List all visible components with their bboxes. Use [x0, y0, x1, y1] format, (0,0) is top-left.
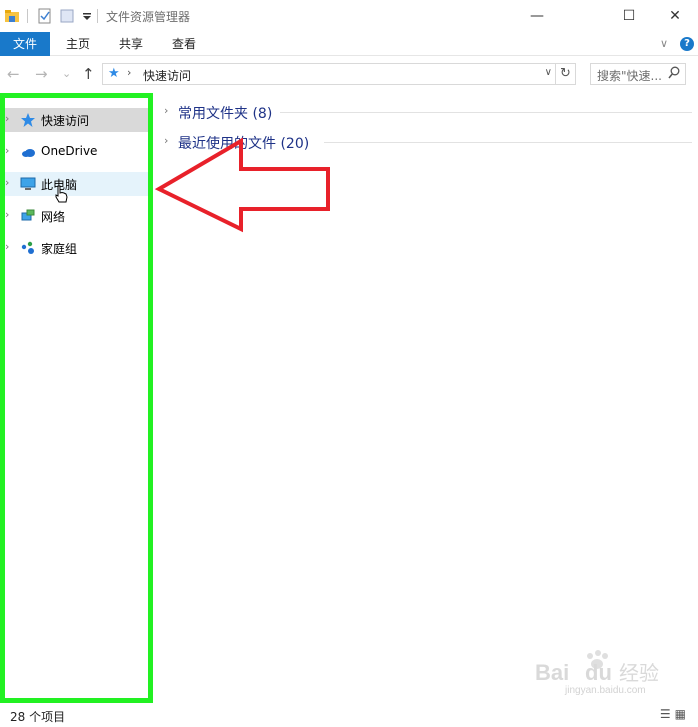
- svg-text:Bai: Bai: [535, 660, 569, 685]
- group-label: 常用文件夹 (8): [178, 106, 273, 122]
- forward-icon[interactable]: →: [35, 65, 48, 83]
- help-icon[interactable]: ?: [680, 37, 694, 51]
- nav-item-homegroup[interactable]: › 家庭组: [0, 236, 148, 260]
- search-placeholder: 搜索"快速...: [597, 69, 662, 83]
- address-field[interactable]: ★ › 快速访问 ∨: [102, 63, 556, 85]
- tab-view[interactable]: 查看: [160, 32, 208, 56]
- group-divider: [324, 142, 692, 143]
- address-path[interactable]: 快速访问: [143, 67, 191, 84]
- item-count: 28 个项目: [10, 710, 66, 724]
- details-view-icon[interactable]: ☰: [660, 707, 675, 721]
- close-icon: ✕: [669, 8, 681, 24]
- homegroup-icon: [21, 241, 34, 254]
- chevron-right-icon[interactable]: ›: [5, 208, 9, 221]
- maximize-icon: ☐: [622, 8, 636, 24]
- tab-share[interactable]: 共享: [107, 32, 155, 56]
- back-icon[interactable]: ←: [7, 65, 20, 83]
- chevron-right-icon[interactable]: ›: [5, 240, 9, 253]
- tab-home[interactable]: 主页: [54, 32, 102, 56]
- recent-locations-icon[interactable]: ⌄: [62, 67, 71, 80]
- group-frequent-folders[interactable]: › 常用文件夹 (8): [162, 101, 692, 123]
- title-bar: 文件资源管理器 — ☐ ✕: [0, 0, 698, 32]
- up-icon[interactable]: ↑: [82, 65, 95, 83]
- network-icon: [21, 209, 35, 221]
- expand-ribbon-icon[interactable]: ∨: [660, 37, 668, 50]
- window-title: 文件资源管理器: [106, 10, 191, 24]
- nav-item-label: 快速访问: [41, 114, 90, 128]
- chevron-right-icon[interactable]: ›: [164, 104, 168, 117]
- svg-text:du: du: [585, 660, 612, 685]
- nav-item-label: 家庭组: [41, 242, 78, 256]
- chevron-right-icon[interactable]: ›: [5, 176, 9, 189]
- customize-toolbar-icon[interactable]: [79, 8, 95, 24]
- nav-item-onedrive[interactable]: › OneDrive: [0, 140, 148, 164]
- path-separator-icon[interactable]: ›: [127, 66, 131, 79]
- nav-item-quick-access[interactable]: › 快速访问: [0, 108, 148, 132]
- nav-item-label: OneDrive: [41, 144, 98, 158]
- search-input[interactable]: 搜索"快速...: [590, 63, 686, 85]
- tab-file[interactable]: 文件: [0, 32, 50, 56]
- title-separator: [97, 9, 98, 23]
- hand-cursor-icon: [55, 185, 68, 203]
- maximize-button[interactable]: ☐: [606, 0, 652, 32]
- computer-icon: [20, 177, 36, 190]
- star-icon: [21, 113, 35, 127]
- baidu-watermark-logo: Bai du 经验 jingyan.baidu.com: [535, 650, 659, 695]
- address-toolbar: ← → ⌄ ↑ ★ › 快速访问 ∨ ↻ 搜索"快速...: [0, 57, 698, 91]
- chevron-right-icon[interactable]: ›: [5, 112, 9, 125]
- cloud-icon: [22, 149, 35, 157]
- nav-item-this-pc[interactable]: › 此电脑: [0, 172, 148, 196]
- search-icon[interactable]: [668, 66, 680, 80]
- refresh-button[interactable]: ↻: [556, 63, 576, 85]
- view-toggle[interactable]: ☰▦: [660, 707, 690, 721]
- minimize-button[interactable]: —: [514, 0, 560, 32]
- chevron-right-icon[interactable]: ›: [5, 144, 9, 157]
- nav-item-label: 网络: [41, 210, 66, 224]
- large-icons-view-icon[interactable]: ▦: [675, 707, 690, 721]
- red-arrow-annotation: [155, 137, 330, 233]
- close-button[interactable]: ✕: [652, 0, 698, 32]
- quick-access-star-icon: ★: [108, 66, 120, 81]
- new-folder-icon[interactable]: [59, 8, 75, 24]
- svg-text:经验: 经验: [619, 661, 659, 685]
- status-bar: 28 个项目 ☰▦: [0, 703, 698, 727]
- properties-icon[interactable]: [37, 8, 53, 24]
- svg-text:jingyan.baidu.com: jingyan.baidu.com: [564, 685, 646, 695]
- navigation-pane: › 快速访问 › OneDrive › 此电脑 › 网络 › 家庭组: [0, 96, 156, 704]
- folder-icon: [5, 10, 19, 22]
- quick-access-separator: [27, 9, 28, 23]
- refresh-icon: ↻: [560, 66, 571, 81]
- minimize-icon: —: [530, 8, 544, 24]
- group-divider: [280, 112, 692, 113]
- address-dropdown-icon[interactable]: ∨: [545, 67, 552, 78]
- ribbon-tabs: 文件 主页 共享 查看 ∨ ?: [0, 32, 698, 56]
- nav-item-network[interactable]: › 网络: [0, 204, 148, 228]
